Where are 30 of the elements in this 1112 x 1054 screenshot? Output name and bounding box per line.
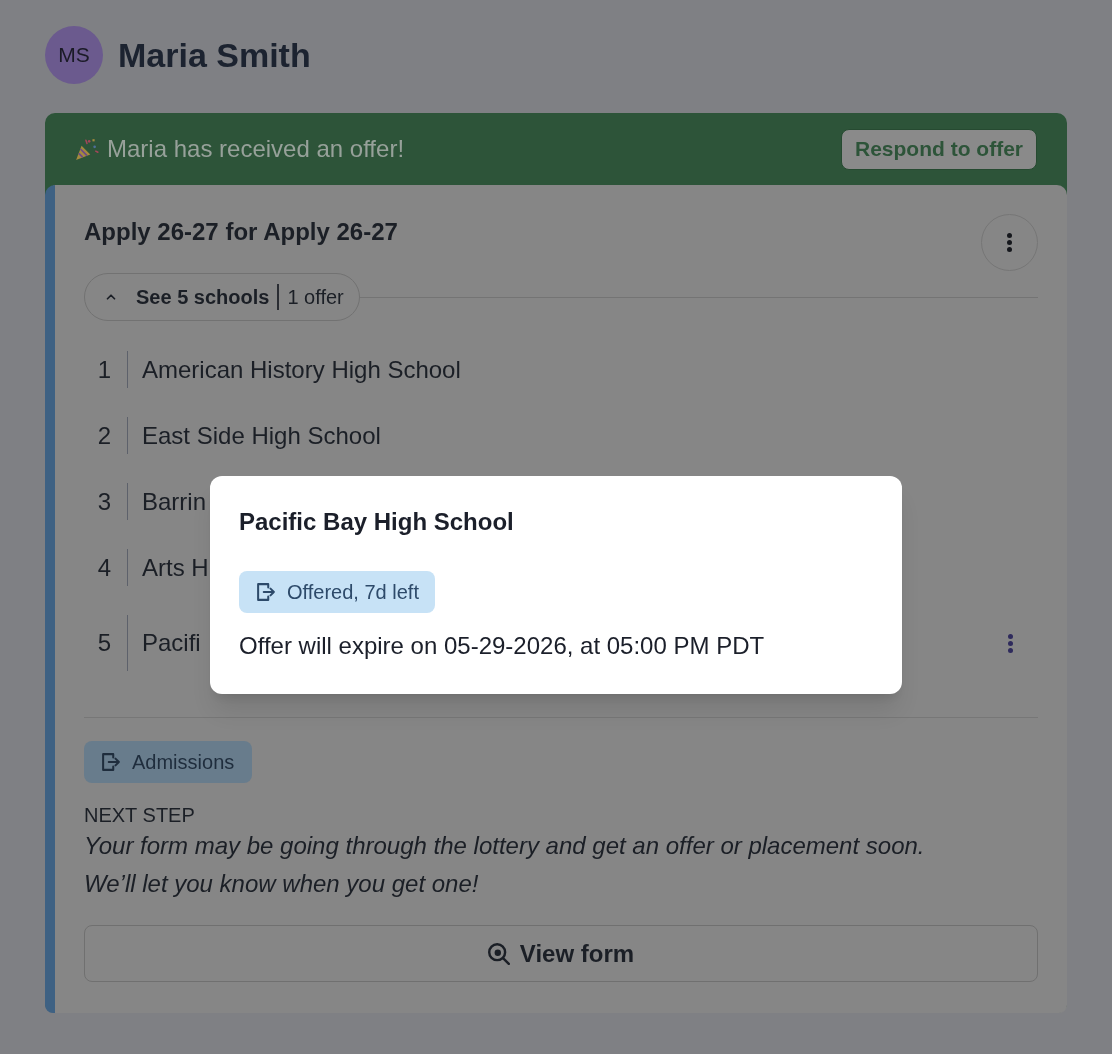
next-step-text: Your form may be going through the lottery and get an offer or placement soon. We’ll let you know when you get one! xyxy=(84,831,926,899)
school-name: American History High School xyxy=(142,354,461,385)
exit-arrow-icon xyxy=(102,753,120,771)
next-step-heading: NEXT STEP xyxy=(84,803,196,827)
admissions-text: Admissions xyxy=(132,750,235,775)
student-name: Maria Smith xyxy=(118,34,311,76)
view-form-button[interactable]: View form xyxy=(84,925,1038,982)
kebab-icon xyxy=(1007,233,1012,252)
offer-status-text: Offered, 7d left xyxy=(287,580,419,605)
popover-title: Pacific Bay High School xyxy=(239,507,515,537)
schools-count: See 5 schools xyxy=(136,285,270,310)
offer-expiry-text: Offer will expire on 05-29-2026, at 05:00 PM PDT xyxy=(239,632,766,660)
application-title: Apply 26-27 for Apply 26-27 xyxy=(84,217,398,247)
kebab-icon xyxy=(1007,633,1013,653)
school-name: Pacifi xyxy=(142,628,201,658)
rank-number: 1 xyxy=(96,354,112,385)
exit-arrow-icon xyxy=(257,583,275,601)
school-name: Barrin xyxy=(142,486,207,517)
avatar: MS xyxy=(45,26,103,84)
offers-count: 1 offer xyxy=(287,285,344,310)
rank-number: 3 xyxy=(96,486,112,517)
school-name: Arts H xyxy=(142,552,209,583)
rank-number: 4 xyxy=(96,552,112,583)
rank-number: 5 xyxy=(96,628,112,658)
party-popper-icon xyxy=(75,137,99,161)
respond-to-offer-button[interactable]: Respond to offer xyxy=(841,128,1037,170)
rank-number: 2 xyxy=(96,420,112,451)
magnifier-icon xyxy=(487,942,510,965)
school-name: East Side High School xyxy=(142,420,381,451)
offer-message: Maria has received an offer! xyxy=(107,134,405,164)
